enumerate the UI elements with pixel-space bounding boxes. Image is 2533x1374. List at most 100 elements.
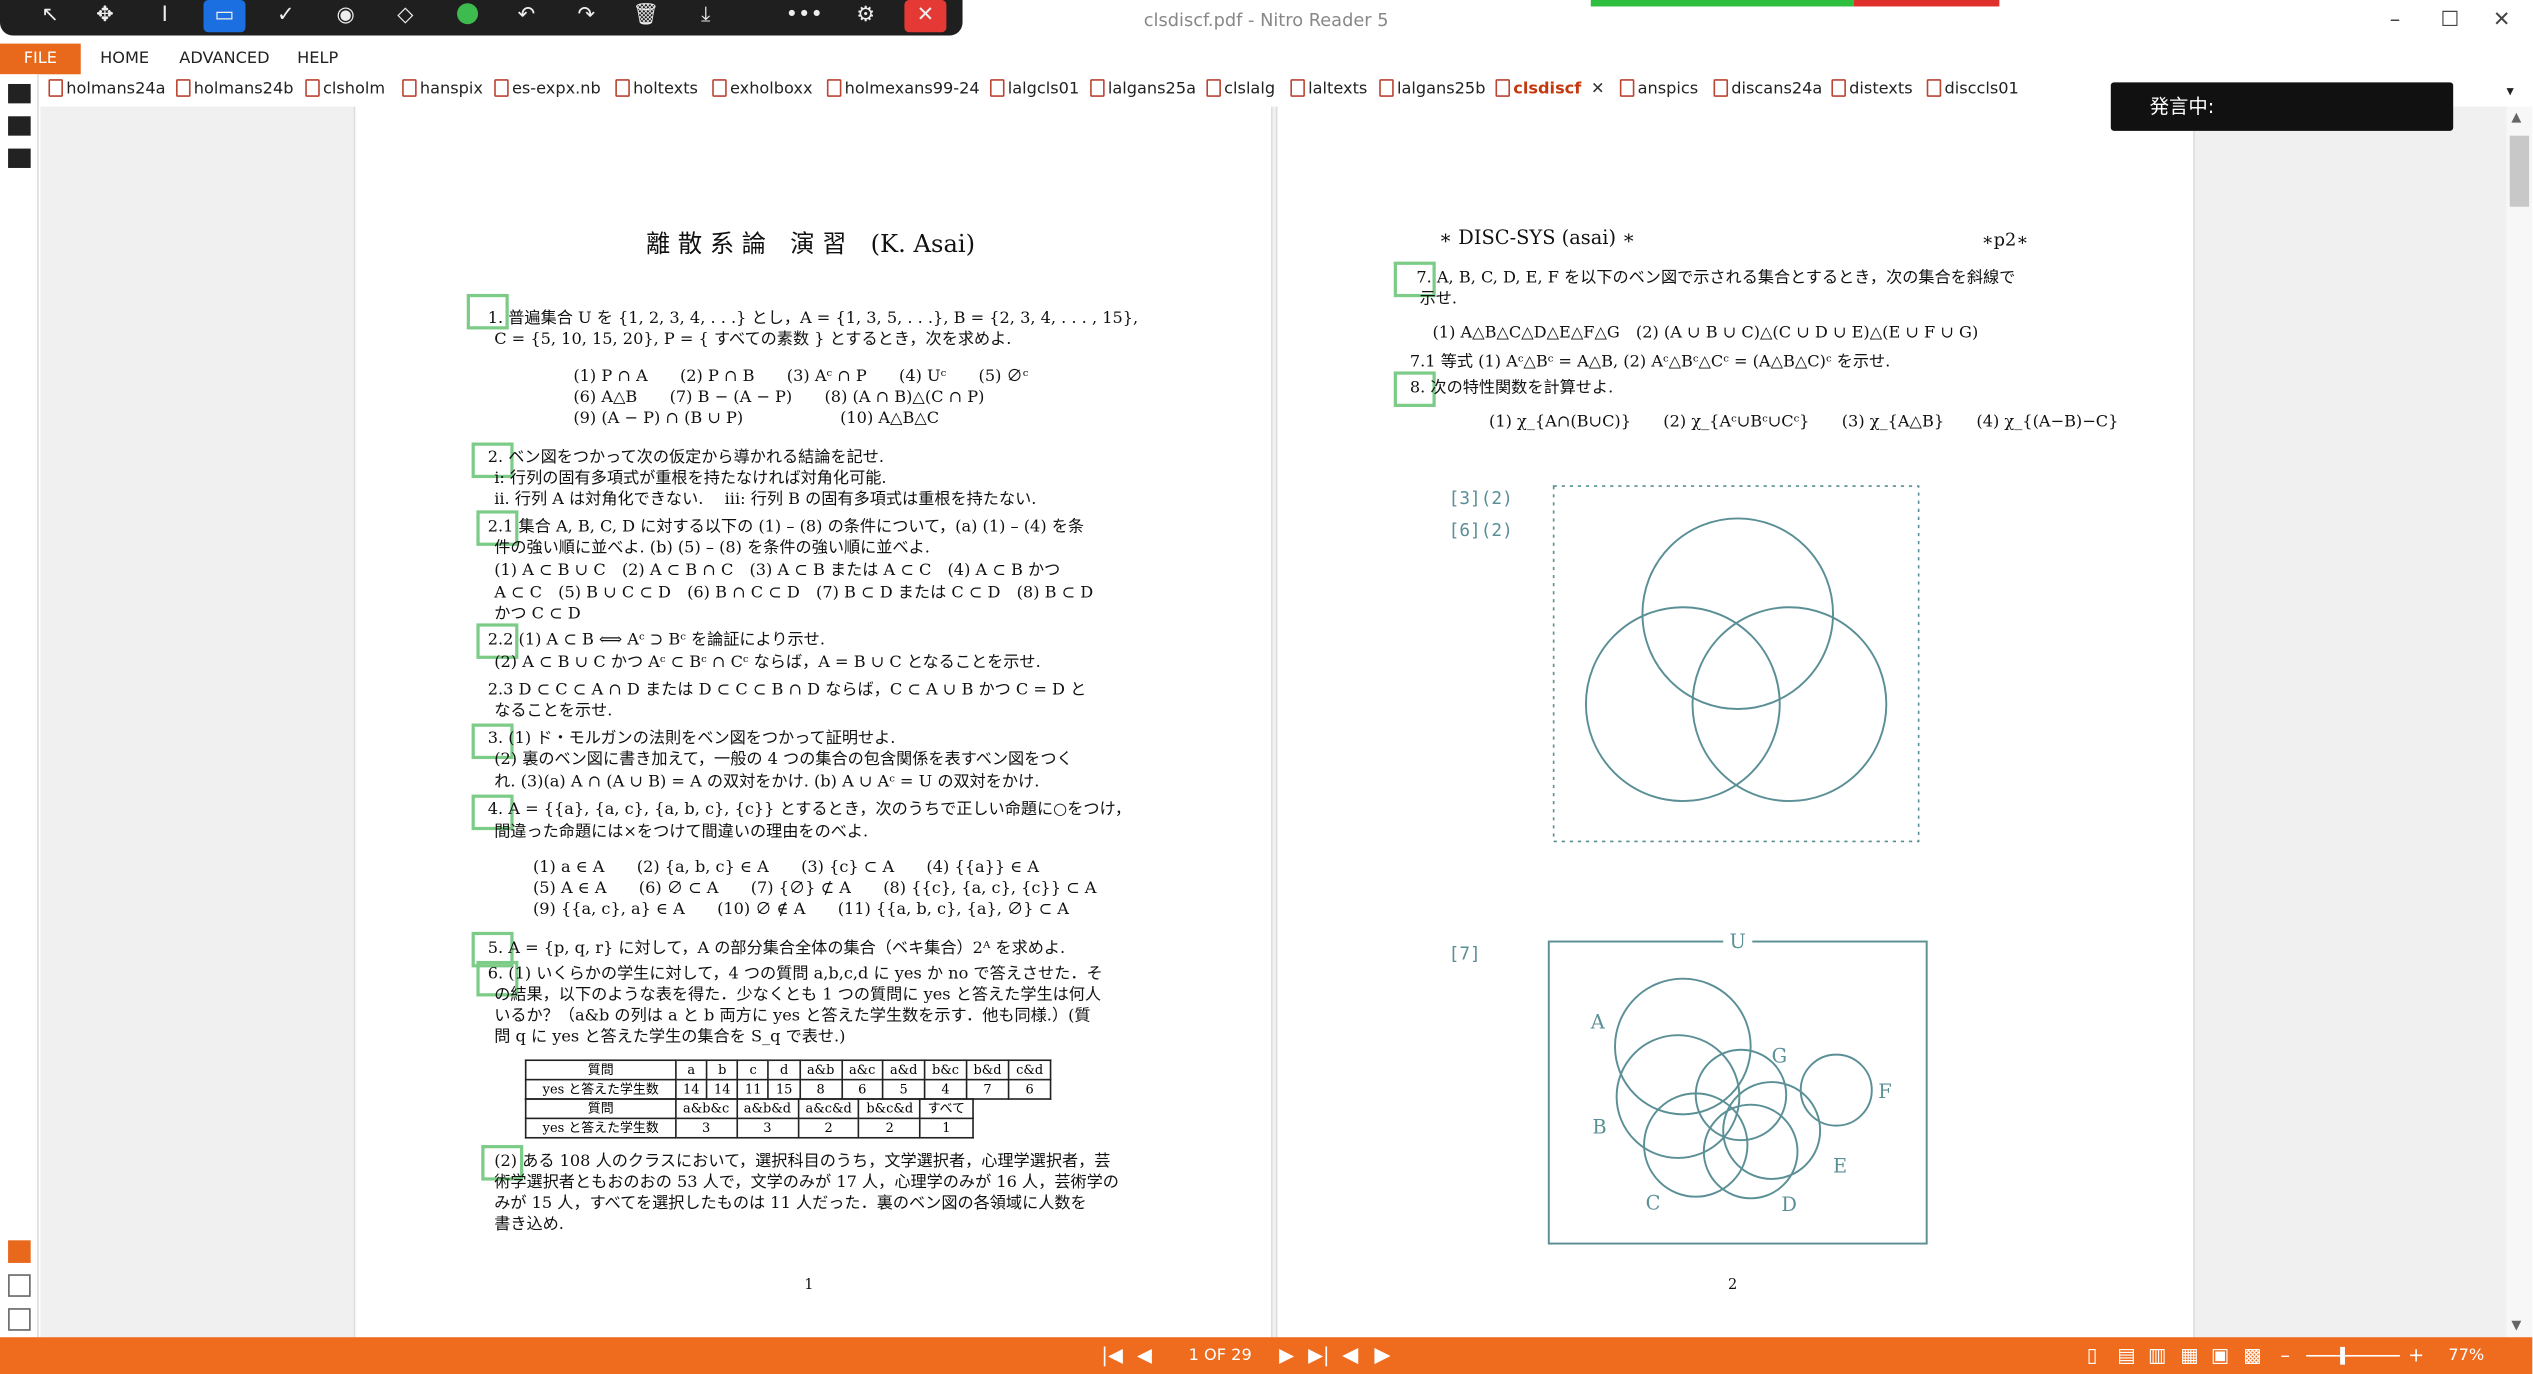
tab-disccls01[interactable]: disccls01 [1926, 76, 2019, 105]
zoom-slider[interactable] [2306, 1354, 2400, 1357]
table-cell: c [736, 1059, 770, 1081]
home-menu[interactable]: HOME [100, 45, 149, 74]
pan-icon[interactable]: ✥ [84, 0, 126, 32]
tab-discans24a[interactable]: discans24a [1713, 76, 1822, 105]
left-panel-strip [0, 74, 39, 1338]
tab-clsdiscf[interactable]: clsdiscf ✕ [1495, 76, 1605, 105]
minimize-icon[interactable]: – [2371, 6, 2419, 35]
q7-line: 7. A, B, C, D, E, F を以下のベン図で示される集合とするとき，… [1416, 269, 2016, 288]
table-cell: yes と答えた学生数 [524, 1117, 677, 1139]
select-arrow-icon[interactable]: ↖ [29, 0, 71, 32]
tab-clslalg[interactable]: clslalg [1206, 76, 1275, 105]
tab-list-chevron-icon[interactable]: ▾ [2506, 78, 2513, 107]
venn-label-g: G [1772, 1045, 1787, 1068]
pdf-icon [176, 79, 191, 97]
forward-view-icon[interactable]: ▶ [1374, 1337, 1390, 1374]
q1-item: (1) P ∩ A (2) P ∩ B (3) Aᶜ ∩ P (4) Uᶜ (5… [573, 368, 1029, 386]
file-menu[interactable]: FILE [0, 43, 81, 75]
tab-laltexts[interactable]: laltexts [1290, 76, 1367, 105]
last-page-icon[interactable]: ▶| [1308, 1337, 1329, 1374]
pdf-icon [989, 79, 1005, 97]
download-icon[interactable]: ⤓ [685, 0, 727, 32]
back-view-icon[interactable]: ◀ [1342, 1337, 1358, 1374]
q23-line: 2.3 D ⊂ C ⊂ A ∩ D または D ⊂ C ⊂ B ∩ D ならば，… [487, 681, 1087, 700]
layers-icon[interactable] [8, 1274, 31, 1297]
fit-width-icon[interactable]: ▩ [2243, 1337, 2261, 1374]
page-indicator[interactable]: 1 OF 29 [1189, 1337, 1252, 1374]
window-close-icon[interactable]: ✕ [2477, 6, 2525, 35]
tab-lalgans25b[interactable]: lalgans25b [1379, 76, 1485, 105]
tab-holmans24b[interactable]: holmans24b [176, 76, 294, 105]
continuous-view-icon[interactable]: ▤ [2117, 1337, 2135, 1374]
zoom-in-icon[interactable]: + [2408, 1337, 2424, 1374]
scroll-up-icon[interactable]: ▲ [2511, 110, 2521, 125]
tab-holtexts[interactable]: holtexts [615, 76, 698, 105]
table-cell: a [674, 1059, 708, 1081]
tab-distexts[interactable]: distexts [1831, 76, 1913, 105]
next-page-icon[interactable]: ▶ [1279, 1337, 1294, 1374]
tab-clsholm[interactable]: clsholm [305, 76, 385, 105]
tab-hanspix[interactable]: hanspix [402, 76, 483, 105]
table-cell: a&b&c [674, 1098, 738, 1120]
pdf-page-1: 離 散 系 論 演 習 (K. Asai) 1. 普遍集合 U を {1, 2,… [353, 106, 1273, 1338]
close-icon[interactable]: ✕ [904, 0, 947, 33]
tab-lalgcls01[interactable]: lalgcls01 [989, 76, 1079, 105]
tab-holmexans99-24[interactable]: holmexans99-24 [826, 76, 980, 105]
facing-continuous-view-icon[interactable]: ▦ [2180, 1337, 2198, 1374]
pdf-icon [1495, 79, 1511, 97]
bookmarks-icon[interactable] [8, 116, 31, 136]
pages-icon[interactable] [8, 83, 31, 104]
q6-line: の結果，以下のような表を得た．少なくとも 1 つの質問に yes と答えた学生は… [494, 986, 1102, 1005]
table-cell: b&d [965, 1059, 1010, 1081]
redo-icon[interactable]: ↷ [565, 0, 607, 32]
table-cell: a&b&d [735, 1098, 800, 1120]
tab-holmans24a[interactable]: holmans24a [48, 76, 166, 105]
table-cell: d [767, 1059, 801, 1081]
tab-lalgans25a[interactable]: lalgans25a [1090, 76, 1196, 105]
text-cursor-icon[interactable]: I [144, 0, 186, 32]
zoom-out-icon[interactable]: – [2280, 1337, 2290, 1374]
table-cell: 14 [705, 1078, 739, 1100]
green-circle-icon[interactable] [446, 0, 488, 32]
first-page-icon[interactable]: |◀ [1101, 1337, 1122, 1374]
table-cell: b [705, 1059, 739, 1081]
undo-icon[interactable]: ↶ [505, 0, 547, 32]
comments-icon[interactable] [8, 1240, 31, 1263]
tab-close-icon[interactable]: ✕ [1591, 81, 1605, 99]
survey-table-1: 質問 a b c d a&b a&c a&d b&c b&d c&d yes と答えた学生数 14 14 1… [524, 1059, 1052, 1100]
fit-page-icon[interactable]: ▣ [2211, 1337, 2229, 1374]
eraser-icon[interactable]: ◇ [384, 0, 426, 32]
help-menu[interactable]: HELP [297, 45, 338, 74]
facing-view-icon[interactable]: ▥ [2148, 1337, 2166, 1374]
stamp-icon[interactable]: ◉ [325, 0, 367, 32]
table-cell: 15 [767, 1078, 801, 1100]
vertical-scrollbar[interactable] [2506, 106, 2533, 1338]
q23-line: なることを示せ. [494, 702, 613, 721]
trash-icon[interactable]: 🗑 [625, 0, 667, 32]
pdf-icon [494, 79, 509, 97]
tab-es-expx[interactable]: es-expx.nb [494, 76, 601, 105]
three-set-venn-diagram [1552, 485, 1920, 843]
previous-page-icon[interactable]: ◀ [1137, 1337, 1152, 1374]
table-cell: 4 [923, 1078, 968, 1100]
check-icon[interactable]: ✓ [265, 0, 307, 32]
attachments-icon[interactable] [8, 148, 31, 168]
user-settings-icon[interactable]: ⚙ [845, 0, 887, 32]
q62-line: 術学選択者ともおのおの 53 人で，文学のみが 17 人，心理学のみが 16 人… [494, 1174, 1119, 1192]
table-cell: 7 [965, 1078, 1010, 1100]
scroll-down-icon[interactable]: ▼ [2511, 1318, 2521, 1333]
output-icon[interactable] [8, 1308, 31, 1331]
tab-exholboxx[interactable]: exholboxx [712, 76, 813, 105]
single-page-view-icon[interactable]: ▯ [2087, 1337, 2098, 1374]
scrollbar-thumb[interactable] [2509, 135, 2530, 207]
table-cell: 質問 [524, 1059, 677, 1081]
table-cell: a&c&d [797, 1098, 860, 1120]
more-icon[interactable]: ••• [783, 0, 825, 32]
advanced-menu[interactable]: ADVANCED [179, 45, 269, 74]
maximize-icon[interactable]: ☐ [2426, 6, 2474, 35]
rectangle-icon[interactable]: ▭ [203, 0, 246, 33]
tab-anspics[interactable]: anspics [1619, 76, 1698, 105]
table-row: 質問 a b c d a&b a&c a&d b&c b&d c&d [524, 1059, 1052, 1081]
zoom-slider-handle[interactable] [2340, 1346, 2345, 1365]
zoom-level[interactable]: 77% [2448, 1337, 2484, 1374]
